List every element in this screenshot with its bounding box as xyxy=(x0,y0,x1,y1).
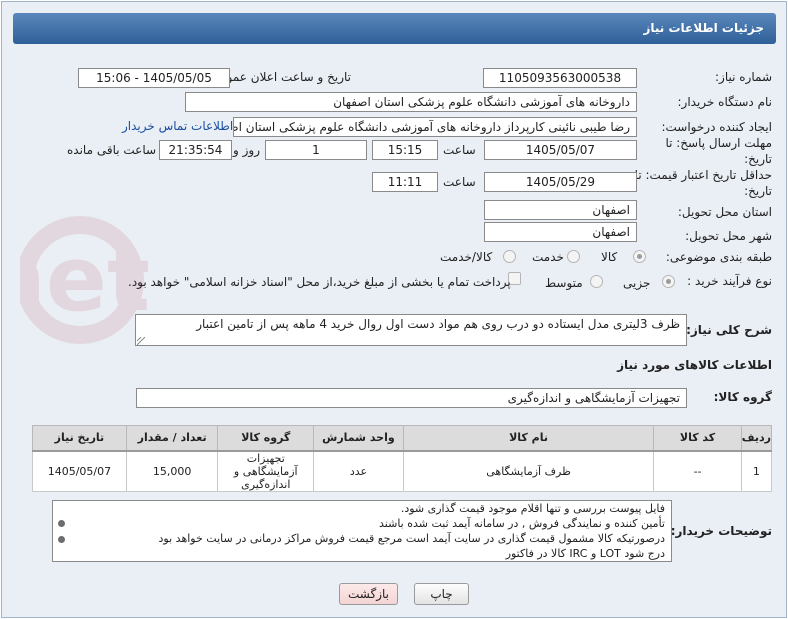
treasury-payment-note: پرداخت تمام یا بخشی از مبلغ خرید،از محل … xyxy=(128,275,511,289)
buyer-note-line-3: درصورتیکه کالا مشمول قیمت گذاری در سایت … xyxy=(158,532,665,545)
process-option-medium: متوسط xyxy=(545,276,583,290)
validity-time-label: ساعت xyxy=(443,175,476,189)
scroll-up-icon[interactable] xyxy=(58,520,65,527)
cell-quantity: 15,000 xyxy=(125,450,219,492)
scroll-down-icon[interactable] xyxy=(58,536,65,543)
cell-date: 1405/05/07 xyxy=(32,450,127,492)
announce-field[interactable]: 1405/05/05 - 15:06 xyxy=(78,68,230,88)
delivery-city-label: شهر محل تحویل: xyxy=(685,229,772,243)
col-group: گروه کالا xyxy=(217,425,315,452)
items-table: ردیف کد کالا نام کالا واحد شمارش گروه کا… xyxy=(32,425,773,492)
col-quantity: تعداد / مقدار xyxy=(125,425,219,452)
page-header: جزئیات اطلاعات نیاز xyxy=(13,13,776,44)
creator-label: ایجاد کننده درخواست: xyxy=(661,120,772,134)
category-label: طبقه بندی موضوعی: xyxy=(665,250,772,264)
general-description-field[interactable]: ظرف 3لیتری مدل ایستاده دو درب روی هم موا… xyxy=(135,314,687,346)
need-number-field[interactable]: 1105093563000538 xyxy=(483,68,637,88)
delivery-city-field[interactable]: اصفهان xyxy=(484,222,637,242)
goods-info-title: اطلاعات کالاهای مورد نیاز xyxy=(617,358,772,372)
col-unit: واحد شمارش xyxy=(313,425,404,452)
need-number-label: شماره نیاز: xyxy=(715,70,772,84)
cell-code: -- xyxy=(653,450,742,492)
buyer-org-label: نام دستگاه خریدار: xyxy=(677,95,773,109)
category-radio-both[interactable] xyxy=(503,250,516,263)
process-radio-minor[interactable] xyxy=(662,275,675,288)
purchase-process-label: نوع فرآیند خرید : xyxy=(687,274,772,288)
buyer-note-line-4: درج شود LOT و IRC کالا در فاکتور xyxy=(505,547,665,560)
goods-group-label: گروه کالا: xyxy=(713,390,772,404)
buyer-note-line-1: فایل پیوست بررسی و تنها اقلام موجود قیمت… xyxy=(400,502,665,515)
col-code: کد کالا xyxy=(653,425,742,452)
col-name: نام کالا xyxy=(402,425,655,452)
reply-deadline-time[interactable]: 15:15 xyxy=(372,140,438,160)
buyer-notes-field[interactable]: فایل پیوست بررسی و تنها اقلام موجود قیمت… xyxy=(52,500,672,562)
table-row[interactable]: 1 -- ظرف آزمایشگاهی عدد تجهیزات آزمایشگا… xyxy=(32,450,773,492)
category-option-service: خدمت xyxy=(532,250,564,264)
buyer-org-field[interactable]: داروخانه های آموزشی دانشگاه علوم پزشکی ا… xyxy=(185,92,637,112)
creator-field[interactable]: رضا طیبی نائینی کارپرداز داروخانه های آم… xyxy=(233,117,637,137)
category-radio-goods[interactable] xyxy=(633,250,646,263)
cell-unit: عدد xyxy=(313,450,404,492)
col-date: تاریخ نیاز xyxy=(32,425,127,452)
buyer-contact-link[interactable]: اطلاعات تماس خریدار xyxy=(122,119,233,133)
reply-deadline-date[interactable]: 1405/05/07 xyxy=(484,140,637,160)
category-radio-service[interactable] xyxy=(567,250,580,263)
general-description-label: شرح کلی نیاز: xyxy=(686,323,772,337)
cell-row: 1 xyxy=(740,450,773,492)
category-option-both: کالا/خدمت xyxy=(440,250,493,264)
price-validity-time[interactable]: 11:11 xyxy=(372,172,438,192)
print-button[interactable]: چاپ xyxy=(414,583,469,605)
table-header-row: ردیف کد کالا نام کالا واحد شمارش گروه کا… xyxy=(32,425,773,452)
category-option-goods: کالا xyxy=(601,250,618,264)
buyer-notes-label: توضیحات خریدار: xyxy=(670,524,772,538)
price-validity-label: حداقل تاریخ اعتبار قیمت: تا تاریخ: xyxy=(634,168,772,198)
remaining-days[interactable]: 1 xyxy=(265,140,367,160)
remaining-label: ساعت باقی مانده xyxy=(67,143,157,157)
goods-group-field[interactable]: تجهیزات آزمایشگاهی و اندازه‌گیری xyxy=(136,388,687,408)
process-radio-medium[interactable] xyxy=(590,275,603,288)
remaining-time[interactable]: 21:35:54 xyxy=(159,140,232,160)
back-button[interactable]: بازگشت xyxy=(339,583,398,605)
cell-name: ظرف آزمایشگاهی xyxy=(402,450,655,492)
page-title: جزئیات اطلاعات نیاز xyxy=(643,21,764,35)
resize-grip-icon[interactable] xyxy=(137,337,145,345)
delivery-province-field[interactable]: اصفهان xyxy=(484,200,637,220)
process-option-minor: جزیی xyxy=(623,276,651,290)
reply-deadline-label: مهلت ارسال پاسخ: تا تاریخ: xyxy=(665,136,772,166)
days-label: روز و xyxy=(233,143,260,157)
cell-group: تجهیزات آزمایشگاهی و اندازه‌گیری xyxy=(217,450,315,492)
reply-time-label: ساعت xyxy=(443,143,476,157)
price-validity-date[interactable]: 1405/05/29 xyxy=(484,172,637,192)
delivery-province-label: استان محل تحویل: xyxy=(677,205,772,219)
buyer-note-line-2: تأمین کننده و نمایندگی فروش , در سامانه … xyxy=(379,517,665,530)
col-row: ردیف xyxy=(740,425,773,452)
